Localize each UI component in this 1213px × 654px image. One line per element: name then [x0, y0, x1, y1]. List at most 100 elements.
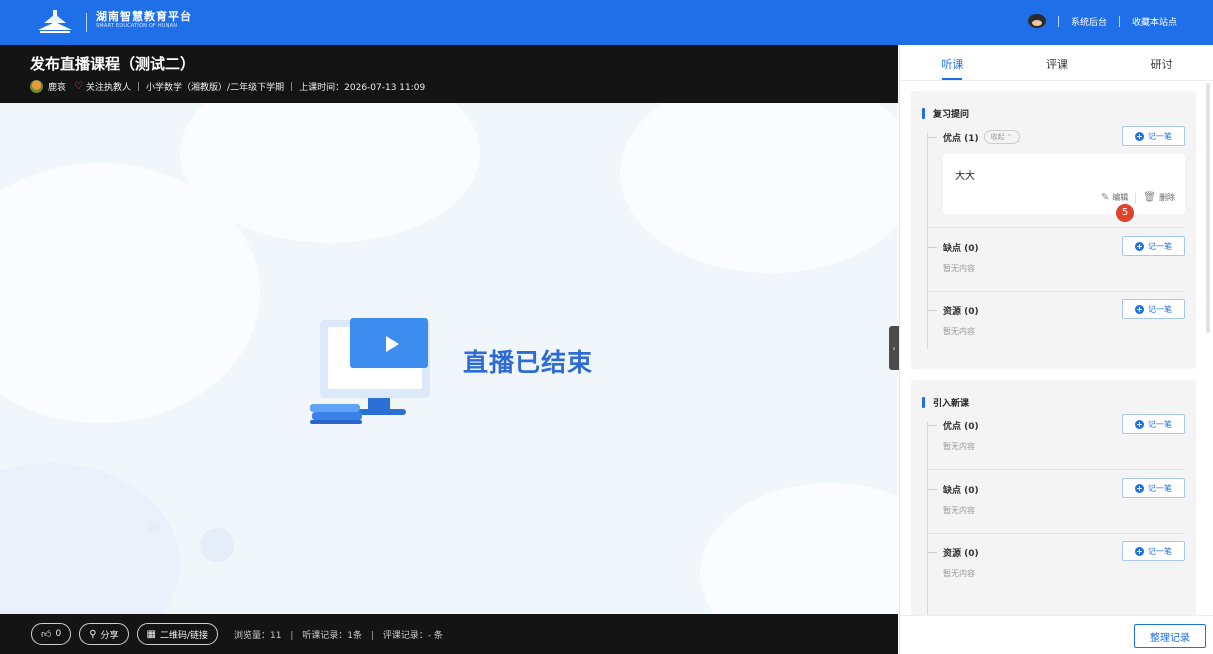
- plus-circle-icon: +: [1135, 241, 1144, 251]
- note-actions: ✎ 编辑 🗑︎ 删除: [1101, 192, 1175, 203]
- bg-shape: [700, 483, 898, 614]
- user-avatar[interactable]: [1027, 14, 1046, 28]
- view-count: 浏览量：11: [234, 630, 282, 641]
- tab-review[interactable]: 评课: [1005, 45, 1110, 80]
- plus-circle-icon: +: [1135, 483, 1144, 493]
- panel-scroll-area[interactable]: 复习提问 优点 (1) 收起 ⌃ + 记一笔 大大 ✎ 编辑 🗑︎ 删除 5 缺…: [900, 81, 1213, 615]
- section-weaknesses: 缺点 (0) + 记一笔 暂无内容: [927, 478, 1196, 516]
- tab-listen[interactable]: 听课: [900, 45, 1005, 80]
- add-note-label: 记一笔: [1148, 131, 1172, 141]
- plus-circle-icon: +: [1135, 419, 1144, 429]
- like-button[interactable]: 👍︎ 0: [31, 623, 72, 645]
- empty-text: 暂无内容: [943, 327, 975, 336]
- plus-circle-icon: +: [1135, 131, 1144, 141]
- bookmark-link[interactable]: 收藏本站点: [1132, 15, 1177, 28]
- add-note-button[interactable]: + 记一笔: [1122, 299, 1185, 319]
- add-note-button[interactable]: + 记一笔: [1122, 414, 1185, 434]
- course-header: 发布直播课程（测试二） 鹿哀 ♡ 关注执教人 | 小学数学（湘教版）/二年级下学…: [0, 45, 898, 103]
- nav-divider: [1118, 15, 1120, 27]
- section-name: 资源 (0): [943, 306, 979, 317]
- top-right-nav: 系统后台 收藏本站点: [1027, 14, 1177, 28]
- share-button[interactable]: ⚲ 分享: [79, 623, 129, 645]
- trash-icon[interactable]: 🗑︎: [1143, 192, 1156, 203]
- stat-separator: |: [290, 630, 294, 641]
- section-name: 优点 (0): [943, 421, 979, 432]
- action-divider: [1135, 192, 1137, 203]
- organize-records-button[interactable]: 整理记录: [1134, 624, 1206, 648]
- tree-branch: [927, 424, 937, 426]
- video-footer: 👍︎ 0 ⚲ 分享 ▦ 二维码/链接 浏览量：11 | 听课记录：1条 | 评课…: [0, 614, 898, 654]
- follow-teacher[interactable]: 关注执教人: [86, 80, 131, 93]
- card-review-questions: 复习提问 优点 (1) 收起 ⌃ + 记一笔 大大 ✎ 编辑 🗑︎ 删除 5 缺…: [911, 91, 1196, 369]
- section-resources: 资源 (0) + 记一笔 暂无内容: [927, 541, 1196, 579]
- chevron-up-icon: ⌃: [1006, 133, 1013, 141]
- teacher-name[interactable]: 鹿哀: [48, 80, 66, 93]
- card-title: 复习提问: [922, 107, 969, 120]
- card-new-lesson: 引入新课 优点 (0) + 记一笔 暂无内容 缺点 (0) + 记一笔 暂无内容…: [911, 380, 1196, 615]
- qrcode-icon: ▦: [146, 628, 156, 640]
- delete-button[interactable]: 删除: [1159, 192, 1175, 203]
- section-strengths: 优点 (0) + 记一笔 暂无内容: [927, 414, 1196, 452]
- brand-en: SMART EDUCATION OF HUNAN: [96, 23, 178, 29]
- panel-scrollbar[interactable]: [1206, 83, 1210, 333]
- empty-text: 暂无内容: [943, 442, 975, 451]
- share-label: 分享: [100, 630, 119, 641]
- teacher-avatar: [30, 80, 43, 93]
- bg-shape: [620, 103, 898, 273]
- nav-divider: [1057, 15, 1059, 27]
- brand-name[interactable]: 湖南智慧教育平台 SMART EDUCATION OF HUNAN: [96, 10, 192, 30]
- edit-icon[interactable]: ✎: [1101, 192, 1109, 203]
- course-title: 发布直播课程（测试二）: [30, 55, 196, 73]
- tree-branch: [927, 246, 937, 248]
- stat-separator: |: [370, 630, 374, 641]
- tree-branch: [927, 551, 937, 553]
- section-divider: [927, 291, 1185, 292]
- add-note-button[interactable]: + 记一笔: [1122, 236, 1185, 256]
- record-panel: 听课 评课 研讨 复习提问 优点 (1) 收起 ⌃ + 记一笔 大大 ✎ 编辑 …: [899, 45, 1213, 654]
- plus-circle-icon: +: [1135, 546, 1144, 556]
- tree-branch: [927, 136, 937, 138]
- empty-text: 暂无内容: [943, 264, 975, 273]
- tree-branch: [927, 488, 937, 490]
- live-ended-illustration-icon: [310, 318, 430, 424]
- add-note-button[interactable]: + 记一笔: [1122, 126, 1185, 146]
- tab-discuss[interactable]: 研讨: [1109, 45, 1213, 80]
- qrcode-button[interactable]: ▦ 二维码/链接: [136, 623, 219, 645]
- thumbs-up-icon: 👍︎: [41, 629, 52, 640]
- collapse-label: 收起: [990, 133, 1005, 141]
- bg-shape: [0, 463, 180, 614]
- add-note-label: 记一笔: [1148, 241, 1172, 251]
- section-resources: 资源 (0) + 记一笔 暂无内容: [927, 299, 1196, 337]
- tree-branch: [927, 309, 937, 311]
- review-record-count: 评课记录：- 条: [382, 630, 443, 641]
- class-time: 上课时间：2026-07-13 11:09: [299, 83, 426, 93]
- admin-link[interactable]: 系统后台: [1071, 15, 1107, 28]
- section-divider: [927, 533, 1185, 534]
- logo-divider: [86, 13, 87, 32]
- platform-logo-icon[interactable]: [36, 10, 74, 34]
- plus-circle-icon: +: [1135, 304, 1144, 314]
- section-name: 资源 (0): [943, 548, 979, 559]
- bg-shape: [148, 521, 160, 533]
- top-bar: 湖南智慧教育平台 SMART EDUCATION OF HUNAN 系统后台 收…: [0, 0, 1213, 45]
- panel-footer: 整理记录: [900, 615, 1213, 654]
- share-icon: ⚲: [89, 628, 97, 640]
- course-meta: 鹿哀 ♡ 关注执教人 | 小学数学（湘教版）/二年级下学期 | 上课时间：202…: [30, 80, 425, 93]
- add-note-label: 记一笔: [1148, 304, 1172, 314]
- collapse-toggle[interactable]: 收起 ⌃: [983, 130, 1020, 144]
- view-stats: 浏览量：11 | 听课记录：1条 | 评课记录：- 条: [234, 628, 443, 641]
- panel-collapse-handle[interactable]: ›: [889, 326, 899, 370]
- video-player[interactable]: [0, 103, 898, 614]
- edit-button[interactable]: 编辑: [1112, 192, 1128, 203]
- meta-separator: |: [137, 81, 141, 92]
- live-ended-text: 直播已结束: [463, 348, 594, 377]
- add-note-button[interactable]: + 记一笔: [1122, 478, 1185, 498]
- heart-icon[interactable]: ♡: [74, 81, 83, 92]
- empty-text: 暂无内容: [943, 569, 975, 578]
- meta-separator: |: [290, 81, 294, 92]
- section-divider: [927, 469, 1185, 470]
- card-title: 引入新课: [922, 396, 969, 409]
- add-note-button[interactable]: + 记一笔: [1122, 541, 1185, 561]
- panel-tabs: 听课 评课 研讨: [900, 45, 1213, 81]
- qrcode-label: 二维码/链接: [159, 630, 209, 641]
